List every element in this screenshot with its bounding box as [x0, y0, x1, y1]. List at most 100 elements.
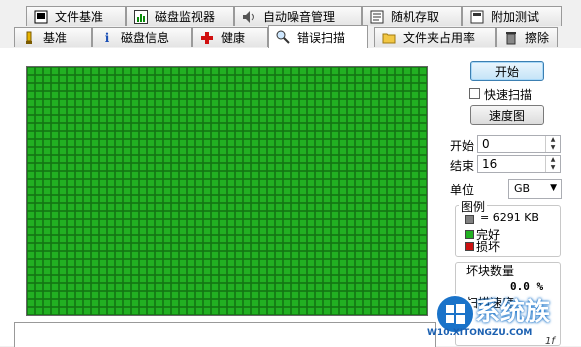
scan-block: [139, 171, 147, 179]
scan-block: [179, 67, 187, 75]
scan-block: [83, 235, 91, 243]
scan-block: [211, 203, 219, 211]
scan-block: [275, 291, 283, 299]
scan-block: [227, 299, 235, 307]
scan-block: [339, 195, 347, 203]
scan-block: [179, 203, 187, 211]
scan-block: [403, 291, 411, 299]
scan-block: [323, 179, 331, 187]
scan-block: [115, 227, 123, 235]
scan-block: [75, 235, 83, 243]
scan-block: [259, 75, 267, 83]
scan-block: [163, 139, 171, 147]
speed-map-button[interactable]: 速度图: [470, 105, 544, 125]
scan-block: [275, 299, 283, 307]
tab-extra-tests[interactable]: 附加测试: [462, 6, 562, 26]
spin-down-icon[interactable]: ▼: [546, 144, 560, 152]
scan-block: [27, 187, 35, 195]
scan-block: [371, 267, 379, 275]
scan-block: [267, 195, 275, 203]
scan-block: [403, 67, 411, 75]
scan-block: [275, 307, 283, 315]
scan-block: [75, 195, 83, 203]
spin-up-icon[interactable]: ▲: [546, 136, 560, 144]
scan-block: [243, 211, 251, 219]
scan-block: [163, 203, 171, 211]
tab-folder-usage[interactable]: 文件夹占用率: [374, 27, 496, 47]
scan-block: [131, 123, 139, 131]
scan-block: [75, 259, 83, 267]
scan-block: [187, 283, 195, 291]
scan-block: [51, 283, 59, 291]
scan-block: [91, 67, 99, 75]
start-spinner[interactable]: ▲ ▼: [545, 136, 560, 152]
scan-block: [83, 107, 91, 115]
scan-block: [259, 91, 267, 99]
scan-block: [59, 307, 67, 315]
scan-block: [115, 83, 123, 91]
scan-block: [155, 243, 163, 251]
scan-block: [171, 131, 179, 139]
scan-block: [75, 115, 83, 123]
scan-block: [259, 219, 267, 227]
scan-block: [299, 283, 307, 291]
spin-up-icon[interactable]: ▲: [546, 156, 560, 164]
scan-block: [51, 75, 59, 83]
scan-block: [27, 179, 35, 187]
scan-block: [291, 147, 299, 155]
scan-block: [51, 171, 59, 179]
scan-block: [339, 267, 347, 275]
scan-block: [371, 155, 379, 163]
scan-block: [107, 243, 115, 251]
quick-scan-checkbox[interactable]: [469, 88, 480, 99]
scan-block: [235, 259, 243, 267]
scan-block: [131, 75, 139, 83]
scan-block: [131, 131, 139, 139]
tab-error-scan[interactable]: 错误扫描: [268, 25, 368, 48]
scan-block: [171, 227, 179, 235]
scan-block: [339, 219, 347, 227]
tab-health[interactable]: 健康: [192, 27, 268, 47]
scan-block: [403, 259, 411, 267]
scan-block: [219, 99, 227, 107]
start-position-input[interactable]: 0 ▲ ▼: [477, 135, 561, 153]
unit-select[interactable]: GB ▼: [508, 179, 562, 199]
spin-down-icon[interactable]: ▼: [546, 164, 560, 172]
scan-block: [187, 171, 195, 179]
scan-block: [235, 163, 243, 171]
scan-block: [67, 123, 75, 131]
tab-disk-info[interactable]: i 磁盘信息: [92, 27, 192, 47]
start-button[interactable]: 开始: [470, 61, 544, 81]
scan-block: [403, 299, 411, 307]
scan-block: [163, 275, 171, 283]
tab-disk-monitor[interactable]: 磁盘监视器: [126, 6, 234, 26]
scan-block: [171, 163, 179, 171]
end-spinner[interactable]: ▲ ▼: [545, 156, 560, 172]
scan-block: [107, 163, 115, 171]
scan-block: [51, 155, 59, 163]
scan-block: [283, 227, 291, 235]
tab-file-benchmark[interactable]: 文件基准: [26, 6, 126, 26]
scan-block: [251, 251, 259, 259]
tab-random-access[interactable]: 随机存取: [362, 6, 462, 26]
end-position-input[interactable]: 16 ▲ ▼: [477, 155, 561, 173]
scan-block: [43, 251, 51, 259]
scan-block: [339, 115, 347, 123]
scan-block: [107, 283, 115, 291]
scan-block: [59, 99, 67, 107]
scan-block: [387, 203, 395, 211]
scan-block: [155, 139, 163, 147]
scan-block: [387, 179, 395, 187]
scan-block: [299, 155, 307, 163]
scan-block: [27, 251, 35, 259]
tab-benchmark[interactable]: 基准: [14, 27, 92, 47]
tab-noise-management[interactable]: 自动噪音管理: [234, 6, 362, 26]
scan-block: [403, 267, 411, 275]
tab-erase[interactable]: 擦除: [496, 27, 558, 47]
scan-block: [211, 299, 219, 307]
scan-block: [123, 235, 131, 243]
scan-block: [91, 155, 99, 163]
scan-block: [123, 83, 131, 91]
scan-block: [195, 139, 203, 147]
scan-block: [75, 99, 83, 107]
